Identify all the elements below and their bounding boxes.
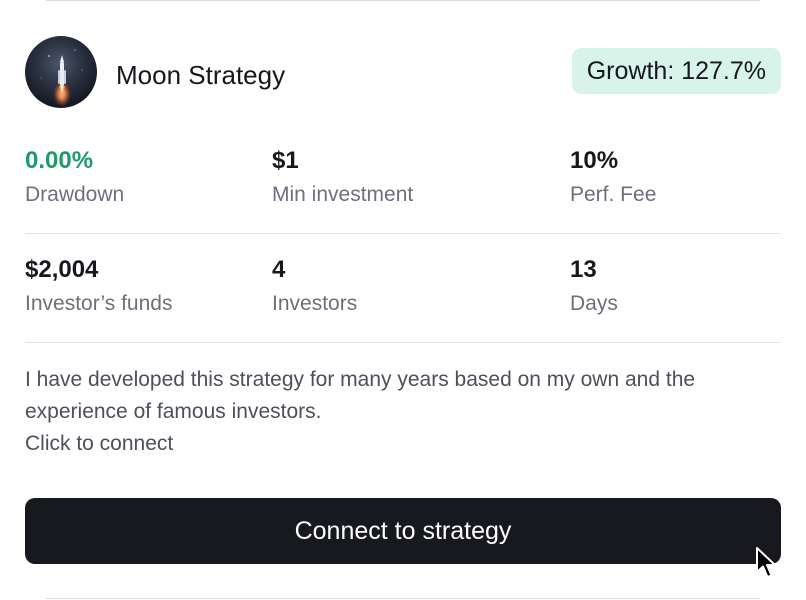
strategy-avatar [25,36,97,108]
stat-value: $2,004 [25,256,99,283]
stat-investors: 4 Investors [272,255,357,316]
stats-row-secondary: $2,004 Investor’s funds 4 Investors 13 D… [25,255,781,355]
stat-label: Days [570,292,618,315]
stat-days: 13 Days [570,255,618,316]
stat-label: Min investment [272,183,414,206]
card-bottom-border [46,598,760,599]
description-divider [25,342,781,343]
stats-divider [25,233,781,234]
cursor-arrow-icon [756,547,776,578]
rocket-launch-icon [40,49,83,107]
strategy-name: Moon Strategy [116,60,286,90]
stat-drawdown: 0.00% Drawdown [25,146,124,207]
description-line: I have developed this strategy for many … [25,368,696,391]
stat-label: Perf. Fee [570,183,657,206]
stat-value: 10% [570,147,619,174]
connect-to-strategy-button[interactable]: Connect to strategy [25,498,781,564]
description-line: experience of famous investors. [25,400,322,423]
stat-performance-fee: 10% Perf. Fee [570,146,656,207]
stat-value: 0.00% [25,147,94,174]
stat-value: $1 [272,147,299,174]
strategy-header: Moon Strategy Growth: 127.7% [25,35,781,111]
stat-label: Investor’s funds [25,292,173,315]
card-top-border [46,0,760,1]
stat-label: Investors [272,292,358,315]
stats-row-primary: 0.00% Drawdown $1 Min investment 10% Per… [25,146,781,246]
strategy-description: I have developed this strategy for many … [25,364,785,460]
stat-value: 4 [272,256,286,283]
strategy-card: Moon Strategy Growth: 127.7% 0.00% Drawd… [0,0,806,600]
growth-badge: Growth: 127.7% [571,48,781,94]
stat-investor-funds: $2,004 Investor’s funds [25,255,172,316]
stat-min-investment: $1 Min investment [272,146,413,207]
description-line: Click to connect [25,432,174,455]
stat-value: 13 [570,256,597,283]
stat-label: Drawdown [25,183,125,206]
